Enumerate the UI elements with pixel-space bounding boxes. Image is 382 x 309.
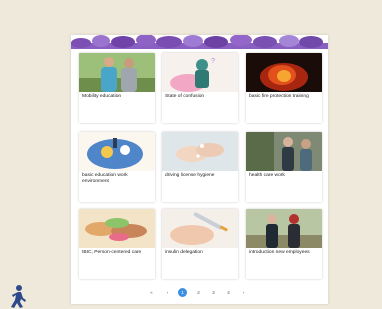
course-catalog-panel: Mobility education ? State of confusion (71, 35, 328, 304)
course-meta (82, 191, 152, 194)
course-card[interactable]: IBIC, Person-centered care (79, 209, 155, 279)
page-button-1[interactable]: 1 (178, 288, 187, 297)
prev-page-button[interactable]: ‹ (163, 288, 172, 297)
course-thumbnail (79, 53, 155, 92)
course-card[interactable]: driving license hygiene (162, 132, 238, 202)
course-title: insulin delegation (165, 250, 203, 255)
course-thumbnail: ? (162, 53, 238, 92)
course-title: Mobility education (82, 94, 122, 99)
course-title: introduction new employees (249, 250, 310, 255)
course-meta (82, 268, 152, 271)
course-card[interactable]: insulin delegation (162, 209, 238, 279)
course-title: basic fire protection training (249, 94, 309, 99)
course-card[interactable]: ? State of confusion (162, 53, 238, 123)
course-meta (165, 268, 235, 271)
pagination: « ‹ 1 2 3 4 › (71, 287, 328, 299)
course-thumbnail (79, 209, 155, 248)
course-thumbnail (246, 132, 322, 171)
course-thumbnail (162, 209, 238, 248)
course-thumbnail (162, 132, 238, 171)
course-meta (165, 191, 235, 194)
course-title: basic education work environment (82, 173, 128, 184)
walking-person-icon (11, 285, 26, 308)
course-title: IBIC, Person-centered care (82, 250, 142, 255)
page-button-2[interactable]: 2 (194, 288, 203, 297)
course-card[interactable]: basic education work environment (79, 132, 155, 202)
course-title: health care work (249, 173, 285, 178)
course-meta (165, 112, 235, 115)
next-page-button[interactable]: › (239, 288, 248, 297)
course-card[interactable]: introduction new employees (246, 209, 322, 279)
course-thumbnail (246, 209, 322, 248)
course-meta (249, 112, 319, 115)
course-card[interactable]: Mobility education (79, 53, 155, 123)
first-page-button[interactable]: « (147, 288, 156, 297)
course-thumbnail (79, 132, 155, 171)
course-card[interactable]: health care work (246, 132, 322, 202)
course-meta (82, 112, 152, 115)
course-meta (249, 191, 319, 194)
course-meta (249, 268, 319, 271)
svg-text:?: ? (211, 58, 215, 65)
purple-cloud-banner (71, 35, 328, 49)
page-button-3[interactable]: 3 (209, 288, 218, 297)
course-title: State of confusion (165, 94, 205, 99)
page-button-4[interactable]: 4 (224, 288, 233, 297)
course-card[interactable]: basic fire protection training (246, 53, 322, 123)
course-title: driving license hygiene (165, 173, 215, 178)
course-thumbnail (246, 53, 322, 92)
